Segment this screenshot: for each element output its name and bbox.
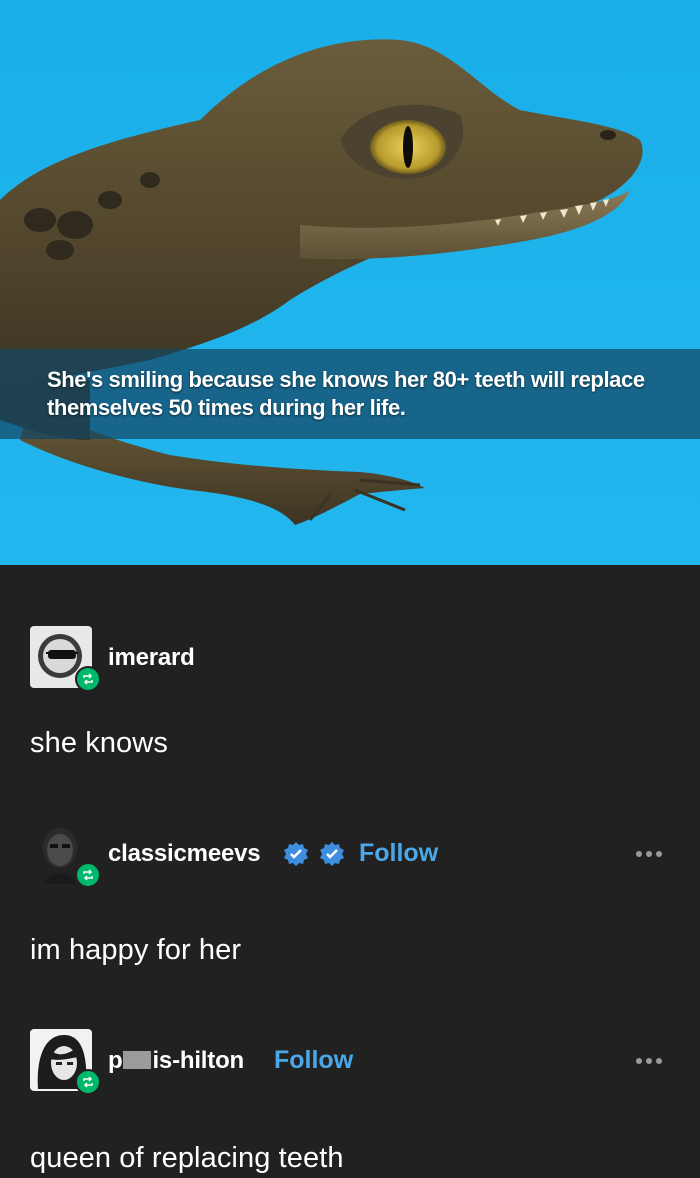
reblog-icon [75,666,101,692]
username-prefix: p [108,1047,123,1074]
censor-bar [123,1051,152,1070]
username-suffix: is-hilton [152,1047,244,1074]
verified-badge-icon [284,842,308,866]
post-header-paris-hilton: p is-hilton Follow [0,1029,700,1099]
post-text: queen of replacing teeth [30,1142,344,1174]
post-text: im happy for her [30,934,242,966]
image-caption: She's smiling because she knows her 80+ … [47,367,645,420]
caiman-illustration [0,39,643,525]
post-header-imerard: imerard [0,626,700,696]
more-options-icon[interactable] [636,1055,670,1067]
username[interactable]: imerard [108,644,195,672]
post-header-classicmeevs: classicmeevs Follow [0,822,700,892]
post-text: she knows [30,727,168,759]
reblog-icon [75,862,101,888]
username[interactable]: classicmeevs [108,840,261,868]
reblog-icon [75,1069,101,1095]
more-options-icon[interactable] [636,848,670,860]
post-image[interactable]: She's smiling because she knows her 80+ … [0,0,700,565]
username[interactable]: p is-hilton [108,1047,244,1075]
verified-badge-icon [320,842,344,866]
follow-button[interactable]: Follow [274,1046,353,1075]
follow-button[interactable]: Follow [359,839,438,868]
